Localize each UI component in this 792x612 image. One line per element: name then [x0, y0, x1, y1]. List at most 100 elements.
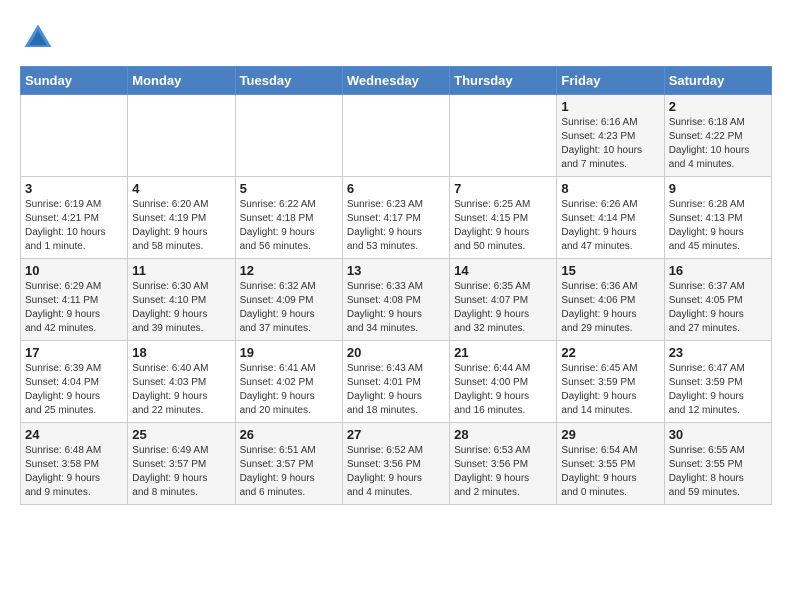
day-number: 12 [240, 263, 338, 278]
day-number: 30 [669, 427, 767, 442]
day-info: Sunrise: 6:16 AM Sunset: 4:23 PM Dayligh… [561, 116, 659, 172]
day-info: Sunrise: 6:25 AM Sunset: 4:15 PM Dayligh… [454, 198, 552, 254]
weekday-header-cell: Friday [557, 67, 664, 95]
day-number: 25 [132, 427, 230, 442]
weekday-header-cell: Tuesday [235, 67, 342, 95]
calendar-cell: 3Sunrise: 6:19 AM Sunset: 4:21 PM Daylig… [21, 177, 128, 259]
day-info: Sunrise: 6:37 AM Sunset: 4:05 PM Dayligh… [669, 280, 767, 336]
calendar-cell [342, 95, 449, 177]
calendar-cell [450, 95, 557, 177]
day-number: 18 [132, 345, 230, 360]
day-number: 19 [240, 345, 338, 360]
weekday-header-cell: Thursday [450, 67, 557, 95]
day-number: 10 [25, 263, 123, 278]
day-info: Sunrise: 6:54 AM Sunset: 3:55 PM Dayligh… [561, 444, 659, 500]
day-number: 20 [347, 345, 445, 360]
day-info: Sunrise: 6:35 AM Sunset: 4:07 PM Dayligh… [454, 280, 552, 336]
logo [20, 20, 62, 56]
calendar-cell: 22Sunrise: 6:45 AM Sunset: 3:59 PM Dayli… [557, 341, 664, 423]
day-info: Sunrise: 6:41 AM Sunset: 4:02 PM Dayligh… [240, 362, 338, 418]
day-number: 26 [240, 427, 338, 442]
weekday-header-cell: Wednesday [342, 67, 449, 95]
calendar-cell: 14Sunrise: 6:35 AM Sunset: 4:07 PM Dayli… [450, 259, 557, 341]
calendar-cell: 24 Sunrise: 6:48 AM Sunset: 3:58 PM Dayli… [21, 423, 128, 505]
calendar-cell: 7Sunrise: 6:25 AM Sunset: 4:15 PM Daylig… [450, 177, 557, 259]
day-number: 6 [347, 181, 445, 196]
calendar-cell: 19 Sunrise: 6:41 AM Sunset: 4:02 PM Dayli… [235, 341, 342, 423]
calendar-cell: 5Sunrise: 6:22 AM Sunset: 4:18 PM Daylig… [235, 177, 342, 259]
day-info: Sunrise: 6:36 AM Sunset: 4:06 PM Dayligh… [561, 280, 659, 336]
day-number: 27 [347, 427, 445, 442]
calendar-cell [235, 95, 342, 177]
day-number: 5 [240, 181, 338, 196]
day-number: 28 [454, 427, 552, 442]
day-number: 13 [347, 263, 445, 278]
day-number: 16 [669, 263, 767, 278]
day-info: Sunrise: 6:32 AM Sunset: 4:09 PM Dayligh… [240, 280, 338, 336]
calendar-cell [128, 95, 235, 177]
calendar-cell: 21Sunrise: 6:44 AM Sunset: 4:00 PM Dayli… [450, 341, 557, 423]
calendar-body: 1 Sunrise: 6:16 AM Sunset: 4:23 PM Daylig… [21, 95, 772, 505]
day-number: 8 [561, 181, 659, 196]
calendar-cell: 4Sunrise: 6:20 AM Sunset: 4:19 PM Daylig… [128, 177, 235, 259]
day-info: Sunrise: 6:33 AM Sunset: 4:08 PM Dayligh… [347, 280, 445, 336]
weekday-header-row: SundayMondayTuesdayWednesdayThursdayFrid… [21, 67, 772, 95]
calendar-cell: 12 Sunrise: 6:32 AM Sunset: 4:09 PM Dayli… [235, 259, 342, 341]
day-info: Sunrise: 6:20 AM Sunset: 4:19 PM Dayligh… [132, 198, 230, 254]
day-number: 24 [25, 427, 123, 442]
calendar-cell: 13 Sunrise: 6:33 AM Sunset: 4:08 PM Dayli… [342, 259, 449, 341]
day-number: 11 [132, 263, 230, 278]
day-info: Sunrise: 6:18 AM Sunset: 4:22 PM Dayligh… [669, 116, 767, 172]
weekday-header-cell: Sunday [21, 67, 128, 95]
calendar-cell: 9 Sunrise: 6:28 AM Sunset: 4:13 PM Daylig… [664, 177, 771, 259]
calendar-cell: 11 Sunrise: 6:30 AM Sunset: 4:10 PM Dayli… [128, 259, 235, 341]
calendar-cell: 30 Sunrise: 6:55 AM Sunset: 3:55 PM Dayli… [664, 423, 771, 505]
day-number: 15 [561, 263, 659, 278]
calendar-table: SundayMondayTuesdayWednesdayThursdayFrid… [20, 66, 772, 505]
calendar-cell: 29 Sunrise: 6:54 AM Sunset: 3:55 PM Dayli… [557, 423, 664, 505]
weekday-header-cell: Saturday [664, 67, 771, 95]
day-info: Sunrise: 6:40 AM Sunset: 4:03 PM Dayligh… [132, 362, 230, 418]
day-info: Sunrise: 6:49 AM Sunset: 3:57 PM Dayligh… [132, 444, 230, 500]
day-info: Sunrise: 6:47 AM Sunset: 3:59 PM Dayligh… [669, 362, 767, 418]
day-number: 23 [669, 345, 767, 360]
day-info: Sunrise: 6:43 AM Sunset: 4:01 PM Dayligh… [347, 362, 445, 418]
day-info: Sunrise: 6:30 AM Sunset: 4:10 PM Dayligh… [132, 280, 230, 336]
day-info: Sunrise: 6:44 AM Sunset: 4:00 PM Dayligh… [454, 362, 552, 418]
calendar-cell: 25 Sunrise: 6:49 AM Sunset: 3:57 PM Dayli… [128, 423, 235, 505]
calendar-cell: 26 Sunrise: 6:51 AM Sunset: 3:57 PM Dayli… [235, 423, 342, 505]
day-info: Sunrise: 6:19 AM Sunset: 4:21 PM Dayligh… [25, 198, 123, 254]
day-info: Sunrise: 6:51 AM Sunset: 3:57 PM Dayligh… [240, 444, 338, 500]
calendar-week-row: 1 Sunrise: 6:16 AM Sunset: 4:23 PM Daylig… [21, 95, 772, 177]
calendar-week-row: 10 Sunrise: 6:29 AM Sunset: 4:11 PM Dayli… [21, 259, 772, 341]
calendar-cell: 28 Sunrise: 6:53 AM Sunset: 3:56 PM Dayli… [450, 423, 557, 505]
weekday-header-cell: Monday [128, 67, 235, 95]
day-info: Sunrise: 6:53 AM Sunset: 3:56 PM Dayligh… [454, 444, 552, 500]
calendar-cell: 6Sunrise: 6:23 AM Sunset: 4:17 PM Daylig… [342, 177, 449, 259]
calendar-cell: 17 Sunrise: 6:39 AM Sunset: 4:04 PM Dayli… [21, 341, 128, 423]
calendar-cell: 2Sunrise: 6:18 AM Sunset: 4:22 PM Daylig… [664, 95, 771, 177]
calendar-week-row: 17 Sunrise: 6:39 AM Sunset: 4:04 PM Dayli… [21, 341, 772, 423]
calendar-cell: 8Sunrise: 6:26 AM Sunset: 4:14 PM Daylig… [557, 177, 664, 259]
calendar-cell: 1 Sunrise: 6:16 AM Sunset: 4:23 PM Daylig… [557, 95, 664, 177]
day-number: 1 [561, 99, 659, 114]
day-info: Sunrise: 6:48 AM Sunset: 3:58 PM Dayligh… [25, 444, 123, 500]
calendar-week-row: 24 Sunrise: 6:48 AM Sunset: 3:58 PM Dayli… [21, 423, 772, 505]
day-info: Sunrise: 6:45 AM Sunset: 3:59 PM Dayligh… [561, 362, 659, 418]
calendar-cell: 15 Sunrise: 6:36 AM Sunset: 4:06 PM Dayli… [557, 259, 664, 341]
calendar-cell: 16 Sunrise: 6:37 AM Sunset: 4:05 PM Dayli… [664, 259, 771, 341]
day-number: 9 [669, 181, 767, 196]
calendar-cell: 18 Sunrise: 6:40 AM Sunset: 4:03 PM Dayli… [128, 341, 235, 423]
calendar-cell: 10 Sunrise: 6:29 AM Sunset: 4:11 PM Dayli… [21, 259, 128, 341]
day-info: Sunrise: 6:52 AM Sunset: 3:56 PM Dayligh… [347, 444, 445, 500]
day-info: Sunrise: 6:28 AM Sunset: 4:13 PM Dayligh… [669, 198, 767, 254]
day-info: Sunrise: 6:29 AM Sunset: 4:11 PM Dayligh… [25, 280, 123, 336]
day-number: 29 [561, 427, 659, 442]
day-info: Sunrise: 6:55 AM Sunset: 3:55 PM Dayligh… [669, 444, 767, 500]
calendar-cell: 23 Sunrise: 6:47 AM Sunset: 3:59 PM Dayli… [664, 341, 771, 423]
logo-icon [20, 20, 56, 56]
calendar-week-row: 3Sunrise: 6:19 AM Sunset: 4:21 PM Daylig… [21, 177, 772, 259]
calendar-cell: 27 Sunrise: 6:52 AM Sunset: 3:56 PM Dayli… [342, 423, 449, 505]
day-number: 17 [25, 345, 123, 360]
day-info: Sunrise: 6:39 AM Sunset: 4:04 PM Dayligh… [25, 362, 123, 418]
